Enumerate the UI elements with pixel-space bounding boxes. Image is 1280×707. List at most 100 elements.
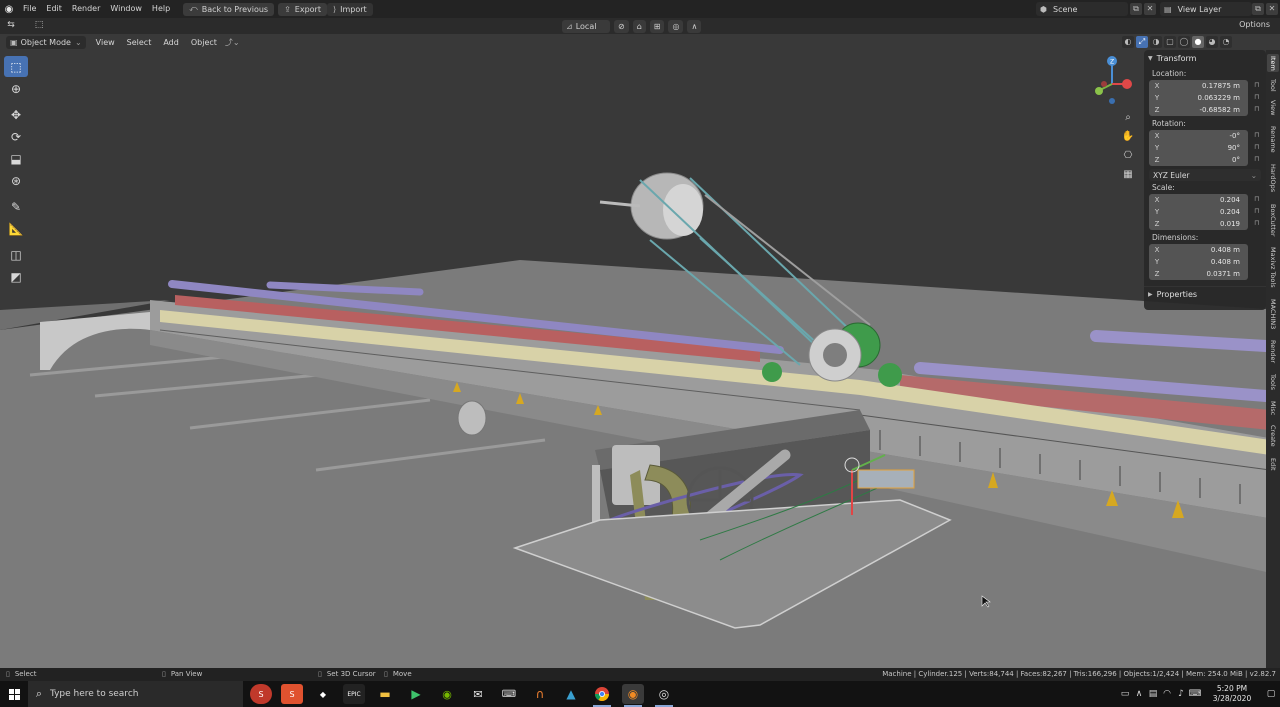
menu-help[interactable]: Help bbox=[147, 0, 175, 18]
chrome-icon[interactable] bbox=[591, 684, 613, 707]
location-y-field[interactable]: Y 0.063229 m ⊓ bbox=[1149, 92, 1259, 104]
tab-tool[interactable]: Tool bbox=[1267, 76, 1279, 94]
mode-selector[interactable]: ▣ Object Mode ⌄ bbox=[6, 35, 86, 49]
epic-games-icon[interactable]: EPIC bbox=[343, 684, 365, 704]
app-red-icon[interactable]: S bbox=[250, 684, 272, 704]
add-cube-tool-icon[interactable]: ◫ bbox=[4, 244, 28, 265]
tab-render[interactable]: Render bbox=[1267, 338, 1279, 366]
affinity-icon[interactable]: ▲ bbox=[560, 684, 582, 704]
scale-tool-icon[interactable]: ⬓ bbox=[4, 148, 28, 169]
blender-taskbar-icon[interactable]: ◉ bbox=[622, 684, 644, 707]
location-x-field[interactable]: X 0.17875 m ⊓ bbox=[1149, 80, 1259, 92]
properties-panel-header[interactable]: ▶ Properties bbox=[1144, 286, 1266, 302]
pan-hand-icon[interactable]: ✋ bbox=[1120, 129, 1136, 145]
headphones-icon[interactable]: ∩ bbox=[529, 684, 551, 704]
gpencil-icon[interactable]: ⤴⌄ bbox=[225, 37, 240, 48]
scale-y-field[interactable]: Y 0.204 ⊓ bbox=[1149, 206, 1259, 218]
vp-menu-add[interactable]: Add bbox=[157, 38, 185, 47]
lock-icon[interactable]: ⊓ bbox=[1254, 105, 1262, 115]
new-scene-icon[interactable]: ⧉ bbox=[1130, 3, 1142, 15]
orientation-dropdown[interactable]: ⊿ Local bbox=[562, 19, 610, 33]
unity-icon[interactable]: ◆ bbox=[312, 684, 334, 704]
tab-edit[interactable]: Edit bbox=[1267, 454, 1279, 474]
menu-file[interactable]: File bbox=[18, 0, 41, 18]
scale-x-field[interactable]: X 0.204 ⊓ bbox=[1149, 194, 1259, 206]
zoom-icon[interactable]: ⌕ bbox=[1120, 110, 1136, 126]
obs-icon[interactable]: ◎ bbox=[653, 684, 675, 707]
visibility-icon[interactable]: ◐ bbox=[1122, 36, 1134, 48]
volume-icon[interactable]: ♪ bbox=[1174, 689, 1188, 699]
rotation-z-field[interactable]: Z 0° ⊓ bbox=[1149, 154, 1259, 166]
lock-icon[interactable]: ⊓ bbox=[1254, 219, 1262, 229]
rotation-x-field[interactable]: X -0° ⊓ bbox=[1149, 130, 1259, 142]
new-view-layer-icon[interactable]: ⧉ bbox=[1252, 3, 1264, 15]
options-dropdown[interactable]: Options bbox=[1235, 20, 1274, 32]
wireframe-shading-icon[interactable]: ◯ bbox=[1178, 36, 1190, 48]
falloff-icon[interactable]: ∧ bbox=[687, 19, 702, 33]
lock-icon[interactable]: ⊓ bbox=[1254, 93, 1262, 103]
rendered-shading-icon[interactable]: ◔ bbox=[1220, 36, 1232, 48]
editor-type-icon[interactable]: ⇆ bbox=[4, 20, 18, 32]
lock-icon[interactable]: ⊓ bbox=[1254, 207, 1262, 217]
rotation-mode-dropdown[interactable]: XYZ Euler ⌄ bbox=[1149, 169, 1261, 181]
network-icon[interactable]: ▤ bbox=[1146, 689, 1160, 699]
vp-menu-object[interactable]: Object bbox=[185, 38, 223, 47]
taskbar-search[interactable]: ⌕ Type here to search bbox=[28, 681, 243, 707]
pivot-icon[interactable]: ⊘ bbox=[614, 19, 629, 33]
vp-menu-view[interactable]: View bbox=[90, 38, 121, 47]
select-box-icon[interactable]: ⬚ bbox=[32, 20, 46, 32]
tab-machin3[interactable]: MACHIN3 bbox=[1267, 294, 1279, 334]
overlay-icon[interactable]: ◑ bbox=[1150, 36, 1162, 48]
nvidia-icon[interactable]: ◉ bbox=[436, 684, 458, 704]
menu-edit[interactable]: Edit bbox=[41, 0, 67, 18]
transform-panel-header[interactable]: ▼ Transform bbox=[1144, 50, 1266, 66]
dimensions-x-field[interactable]: X 0.408 m bbox=[1149, 244, 1248, 256]
location-z-field[interactable]: Z -0.68582 m ⊓ bbox=[1149, 104, 1259, 116]
scene-selector[interactable]: ⬢ Scene bbox=[1036, 2, 1128, 16]
tab-tools[interactable]: Tools bbox=[1267, 370, 1279, 394]
rotate-tool-icon[interactable]: ⟳ bbox=[4, 126, 28, 147]
tab-maxivz-tools[interactable]: Maxivz Tools bbox=[1267, 244, 1279, 290]
select-box-tool-icon[interactable]: ⬚ bbox=[4, 56, 28, 77]
menu-window[interactable]: Window bbox=[105, 0, 147, 18]
media-player-icon[interactable]: ▶ bbox=[405, 684, 427, 704]
windows-start-button[interactable] bbox=[0, 681, 28, 707]
tab-hardops[interactable]: HardOps bbox=[1267, 160, 1279, 196]
app-substance-icon[interactable]: S bbox=[281, 684, 303, 704]
3d-viewport[interactable]: ▣ Object Mode ⌄ View Select Add Object ⤴… bbox=[0, 34, 1280, 668]
lock-icon[interactable]: ⊓ bbox=[1254, 195, 1262, 205]
wifi-icon[interactable]: ◠ bbox=[1160, 689, 1174, 699]
annotate-tool-icon[interactable]: ✎ bbox=[4, 196, 28, 217]
rotation-y-field[interactable]: Y 90° ⊓ bbox=[1149, 142, 1259, 154]
show-hidden-icons-chevron-icon[interactable]: ∧ bbox=[1132, 689, 1146, 699]
tray-app-icon[interactable]: ▭ bbox=[1118, 689, 1132, 699]
scale-z-field[interactable]: Z 0.019 ⊓ bbox=[1149, 218, 1259, 230]
boxcutter-tool-icon[interactable]: ◩ bbox=[4, 266, 28, 287]
material-shading-icon[interactable]: ◕ bbox=[1206, 36, 1218, 48]
tab-misc[interactable]: Misc bbox=[1267, 398, 1279, 418]
solid-shading-icon[interactable]: ● bbox=[1192, 36, 1204, 48]
menu-render[interactable]: Render bbox=[67, 0, 105, 18]
view-layer-selector[interactable]: ▤ View Layer bbox=[1160, 2, 1252, 16]
grid-perspective-icon[interactable]: ▦ bbox=[1120, 167, 1136, 183]
snap-icon[interactable]: ⌂ bbox=[632, 19, 646, 33]
navigation-gizmo[interactable]: Z bbox=[1090, 54, 1134, 104]
lock-icon[interactable]: ⊓ bbox=[1254, 143, 1262, 153]
transform-tool-icon[interactable]: ⊛ bbox=[4, 170, 28, 191]
system-clock[interactable]: 5:20 PM 3/28/2020 bbox=[1202, 684, 1262, 704]
tab-create[interactable]: Create bbox=[1267, 422, 1279, 450]
vp-menu-select[interactable]: Select bbox=[121, 38, 158, 47]
xray-icon[interactable]: ▢ bbox=[1164, 36, 1176, 48]
back-to-previous-button[interactable]: ⤺ Back to Previous bbox=[183, 2, 275, 16]
measure-tool-icon[interactable]: 📐 bbox=[4, 218, 28, 239]
import-button[interactable]: ⟩ Import bbox=[326, 2, 373, 16]
cursor-tool-icon[interactable]: ⊕ bbox=[4, 78, 28, 99]
move-tool-icon[interactable]: ✥ bbox=[4, 104, 28, 125]
blender-logo-icon[interactable]: ◉ bbox=[0, 0, 18, 18]
camera-icon[interactable]: ⎔ bbox=[1120, 148, 1136, 164]
keyboard-app-icon[interactable]: ⌨ bbox=[498, 684, 520, 704]
lock-icon[interactable]: ⊓ bbox=[1254, 81, 1262, 91]
dimensions-z-field[interactable]: Z 0.0371 m bbox=[1149, 268, 1248, 280]
tab-item[interactable]: Item bbox=[1267, 54, 1279, 72]
gizmo-toggle-icon[interactable]: ⤢ bbox=[1136, 36, 1148, 48]
